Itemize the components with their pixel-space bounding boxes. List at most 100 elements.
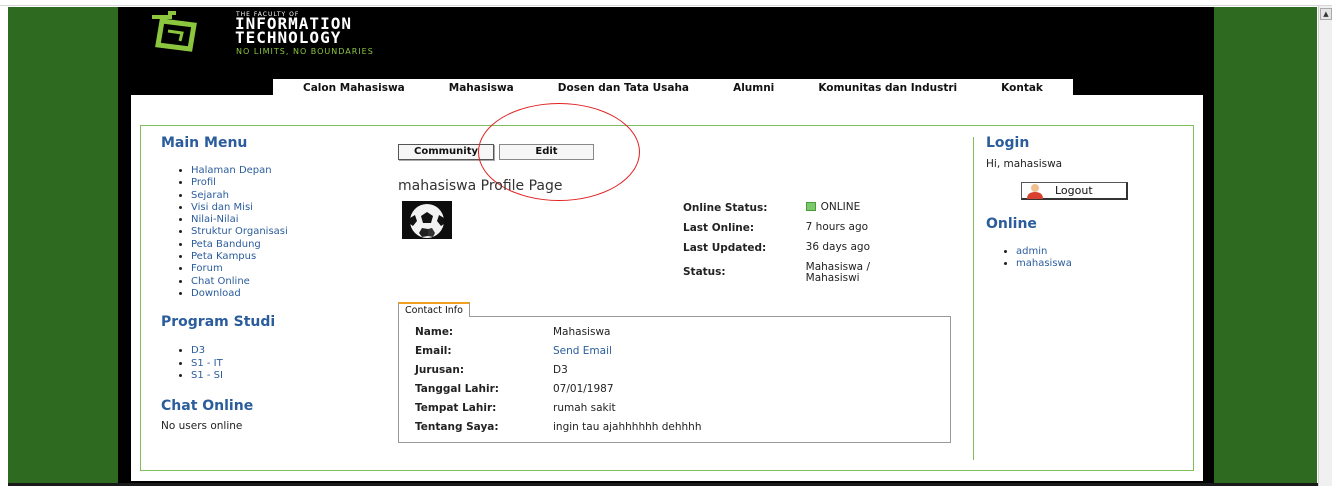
- main-menu-list: Halaman Depan Profil Sejarah Visi dan Mi…: [191, 165, 361, 300]
- tempat-lahir-value: rumah sakit: [553, 402, 616, 414]
- send-email-link[interactable]: Send Email: [553, 345, 612, 364]
- logo-title: INFORMATION TECHNOLOGY: [235, 16, 352, 47]
- menu-item: Forum: [191, 263, 361, 275]
- nav-kontak[interactable]: Kontak: [1001, 82, 1043, 94]
- right-sidebar: Login Hi, mahasiswa Logout Online admin …: [986, 135, 1176, 270]
- nav-mahasiswa[interactable]: Mahasiswa: [449, 82, 514, 94]
- left-sidebar: Main Menu Halaman Depan Profil Sejarah V…: [161, 135, 361, 432]
- menu-link-sejarah[interactable]: Sejarah: [191, 190, 229, 201]
- menu-link-halaman-depan[interactable]: Halaman Depan: [191, 165, 272, 176]
- avatar: [402, 201, 452, 239]
- logout-button[interactable]: Logout: [1021, 182, 1128, 200]
- main-menu-title: Main Menu: [161, 135, 248, 151]
- status-row: Last Updated: 36 days ago: [683, 241, 903, 255]
- menu-link-download[interactable]: Download: [191, 288, 241, 299]
- logout-label: Logout: [1055, 184, 1093, 197]
- tanggal-lahir-value: 07/01/1987: [553, 383, 614, 395]
- menu-link-peta-bandung[interactable]: Peta Bandung: [191, 239, 261, 250]
- chat-online-status: No users online: [161, 420, 243, 433]
- menu-link-visi-misi[interactable]: Visi dan Misi: [191, 202, 253, 213]
- name-label: Name:: [415, 326, 454, 338]
- list-item: S1 - SI: [191, 370, 361, 382]
- list-item: mahasiswa: [1016, 258, 1176, 270]
- menu-item: Chat Online: [191, 276, 361, 288]
- nav-dosen-tata-usaha[interactable]: Dosen dan Tata Usaha: [558, 82, 689, 94]
- greeting-text: Hi, mahasiswa: [986, 158, 1063, 170]
- chat-online-title: Chat Online: [161, 398, 254, 415]
- profile-panel: Community Edit mahasiswa Profile Page On…: [398, 103, 978, 455]
- online-indicator-icon: [805, 202, 816, 211]
- menu-link-chat-online[interactable]: Chat Online: [191, 276, 250, 287]
- menu-item: Peta Bandung: [191, 239, 361, 251]
- menu-item: Profil: [191, 177, 361, 189]
- nav-calon-mahasiswa[interactable]: Calon Mahasiswa: [303, 82, 405, 94]
- main-navigation: Calon Mahasiswa Mahasiswa Dosen dan Tata…: [273, 79, 1073, 96]
- online-status-block: Online Status: ONLINE Last Online: 7 hou…: [683, 202, 903, 292]
- program-studi-title: Program Studi: [161, 314, 276, 331]
- page-background-right: [1214, 7, 1317, 483]
- status-row: Online Status: ONLINE: [683, 201, 903, 215]
- online-status-value: ONLINE: [805, 201, 903, 214]
- tentang-saya-label: Tentang Saya:: [415, 421, 499, 433]
- program-link-s1-it[interactable]: S1 - IT: [191, 358, 223, 369]
- menu-link-peta-kampus[interactable]: Peta Kampus: [191, 251, 256, 262]
- contact-row: Tempat Lahir: rumah sakit: [415, 402, 950, 421]
- menu-link-struktur-organisasi[interactable]: Struktur Organisasi: [191, 226, 288, 237]
- content-area: Main Menu Halaman Depan Profil Sejarah V…: [131, 95, 1203, 481]
- menu-link-nilai-nilai[interactable]: Nilai-Nilai: [191, 214, 239, 225]
- nav-komunitas-industri[interactable]: Komunitas dan Industri: [818, 82, 957, 94]
- logo-icon: [152, 11, 197, 52]
- contact-row: Tanggal Lahir: 07/01/1987: [415, 383, 950, 402]
- status-row: Last Online: 7 hours ago: [683, 221, 903, 235]
- column-divider: [973, 137, 974, 460]
- contact-row: Jurusan: D3: [415, 364, 950, 383]
- vertical-scrollbar[interactable]: ▲: [1318, 6, 1332, 486]
- status-label: Status:: [683, 266, 726, 278]
- email-label: Email:: [415, 345, 452, 357]
- menu-item: Visi dan Misi: [191, 202, 361, 214]
- logo-tagline: NO LIMITS, NO BOUNDARIES: [236, 47, 374, 56]
- contact-row: Email: Send Email: [415, 345, 950, 364]
- jurusan-label: Jurusan:: [415, 364, 465, 376]
- page-title: mahasiswa Profile Page: [398, 178, 563, 194]
- status-value: Mahasiswa / Mahasiswi: [805, 261, 870, 284]
- tab-contact-info[interactable]: Contact Info: [398, 302, 470, 317]
- menu-link-profil[interactable]: Profil: [191, 177, 216, 188]
- name-value: Mahasiswa: [553, 326, 611, 338]
- menu-item: Sejarah: [191, 190, 361, 202]
- menu-link-forum[interactable]: Forum: [191, 263, 223, 274]
- last-online-label: Last Online:: [683, 222, 755, 234]
- contact-row: Tentang Saya: ingin tau ajahhhhhh dehhhh: [415, 421, 950, 440]
- login-title: Login: [986, 135, 1030, 151]
- contact-row: Name: Mahasiswa: [415, 326, 950, 345]
- menu-item: Download: [191, 288, 361, 300]
- menu-item: Halaman Depan: [191, 165, 361, 177]
- browser-top-edge: [0, 0, 1332, 6]
- program-link-d3[interactable]: D3: [191, 345, 205, 356]
- last-updated-label: Last Updated:: [683, 242, 767, 254]
- online-users-list: admin mahasiswa: [1016, 246, 1176, 270]
- menu-item: Peta Kampus: [191, 251, 361, 263]
- list-item: D3: [191, 345, 361, 357]
- site-header: THE FACULTY OF INFORMATION TECHNOLOGY NO…: [118, 7, 1214, 102]
- program-link-s1-si[interactable]: S1 - SI: [191, 370, 223, 381]
- logo-line-2: TECHNOLOGY: [235, 28, 342, 47]
- last-online-value: 7 hours ago: [805, 221, 869, 233]
- online-user-mahasiswa[interactable]: mahasiswa: [1016, 258, 1072, 269]
- last-updated-value: 36 days ago: [805, 241, 870, 253]
- online-status-label: Online Status:: [683, 202, 768, 214]
- menu-item: Nilai-Nilai: [191, 214, 361, 226]
- online-status-text: ONLINE: [820, 201, 861, 213]
- tentang-saya-value: ingin tau ajahhhhhh dehhhh: [553, 421, 702, 433]
- nav-alumni[interactable]: Alumni: [733, 82, 774, 94]
- list-item: admin: [1016, 246, 1176, 258]
- program-studi-list: D3 S1 - IT S1 - SI: [191, 345, 361, 382]
- online-users-title: Online: [986, 216, 1037, 232]
- status-row: Status: Mahasiswa / Mahasiswi: [683, 262, 903, 284]
- jurusan-value: D3: [553, 364, 568, 376]
- scroll-up-arrow-icon[interactable]: ▲: [1320, 8, 1332, 20]
- online-user-admin[interactable]: admin: [1016, 246, 1047, 257]
- site-container: THE FACULTY OF INFORMATION TECHNOLOGY NO…: [118, 7, 1214, 483]
- soccer-ball-icon: [402, 201, 452, 239]
- user-logout-icon: [1027, 183, 1043, 199]
